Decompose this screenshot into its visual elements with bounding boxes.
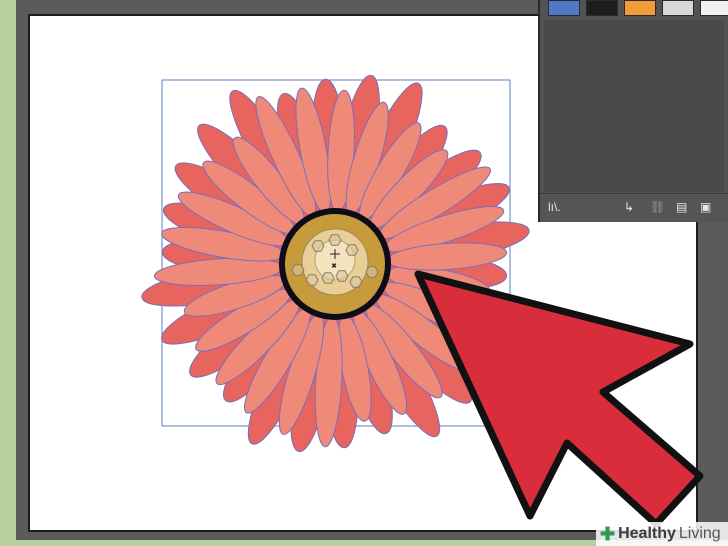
watermark-brand-bold: Healthy (618, 525, 676, 542)
anchor-point[interactable] (291, 264, 305, 276)
anchor-point[interactable] (349, 276, 363, 288)
watermark-brand-light: Living (678, 525, 721, 542)
swatches-panel[interactable]: lı\. ↳ ⛓ ▤ ▣ (538, 0, 728, 222)
place-swatch-icon[interactable]: ↳ (624, 200, 634, 214)
white-swatch[interactable] (700, 0, 728, 16)
blue-swatch[interactable] (548, 0, 580, 16)
anchor-point[interactable] (365, 266, 379, 278)
break-link-icon[interactable]: ⛓ (650, 200, 665, 214)
libraries-icon[interactable]: lı\. (548, 200, 561, 214)
watermark-logo: ✚ Healthy Living (596, 522, 728, 546)
black-splatter-swatch[interactable] (586, 0, 618, 16)
anchor-point[interactable] (335, 270, 349, 282)
panel-body[interactable] (544, 20, 724, 192)
gray-swatch[interactable] (662, 0, 694, 16)
new-swatch-icon[interactable]: ▣ (700, 200, 711, 214)
swatch-options-icon[interactable]: ▤ (676, 200, 687, 214)
anchor-point[interactable] (305, 274, 319, 286)
anchor-point[interactable] (321, 272, 335, 284)
swatch-row (548, 0, 728, 18)
anchor-point[interactable] (328, 234, 342, 246)
flower-center[interactable]: × (279, 208, 391, 320)
anchor-point[interactable] (345, 244, 359, 256)
panel-footer: lı\. ↳ ⛓ ▤ ▣ (540, 193, 728, 222)
anchor-point[interactable] (311, 240, 325, 252)
plus-cross-icon: ✚ (600, 524, 616, 544)
svg-text:×: × (332, 263, 336, 270)
orange-swatch[interactable] (624, 0, 656, 16)
